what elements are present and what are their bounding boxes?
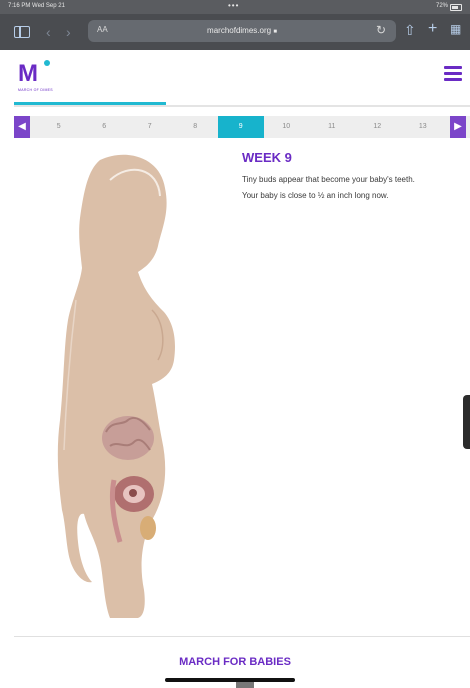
- week-tab-9[interactable]: 9: [218, 116, 264, 138]
- pregnancy-illustration: [57, 154, 175, 618]
- intestines: [102, 416, 154, 460]
- logo-subtext: MARCH OF DIMES: [18, 88, 53, 92]
- week-tab-8[interactable]: 8: [173, 116, 219, 138]
- week-tab-6[interactable]: 6: [82, 116, 128, 138]
- week-fact-teeth: Tiny buds appear that become your baby's…: [242, 175, 415, 184]
- embryo: [129, 489, 137, 497]
- home-indicator: [165, 678, 295, 682]
- week-tab-10[interactable]: 10: [264, 116, 310, 138]
- back-icon[interactable]: ‹: [46, 24, 51, 40]
- week-tab-7[interactable]: 7: [127, 116, 173, 138]
- address-bar[interactable]: AA marchofdimes.org ■ ↻: [88, 20, 396, 42]
- logo-dot: [44, 60, 50, 66]
- week-tab-11[interactable]: 11: [309, 116, 355, 138]
- prev-week-button[interactable]: ◀: [14, 116, 30, 138]
- device-stand: [236, 682, 254, 688]
- week-description: Tiny buds appear that become your baby's…: [242, 172, 466, 204]
- footer-title[interactable]: MARCH FOR BABIES: [0, 656, 470, 668]
- new-tab-icon[interactable]: +: [428, 20, 437, 38]
- week-selector: ◀ 5 6 7 8 9 10 11 12 13 ▶: [14, 116, 470, 138]
- progress-fill: [14, 102, 166, 105]
- body-silhouette: [57, 154, 175, 618]
- logo-mark: M: [18, 60, 38, 87]
- status-time: 7:16 PM Wed Sep 21: [8, 3, 65, 9]
- menu-icon[interactable]: [444, 66, 462, 82]
- battery-percent: 72%: [435, 3, 448, 9]
- week-tab-12[interactable]: 12: [355, 116, 401, 138]
- forward-icon[interactable]: ›: [66, 24, 71, 40]
- week-list: 5 6 7 8 9 10 11 12 13: [36, 116, 446, 138]
- share-icon[interactable]: ⇧: [404, 22, 416, 39]
- url-host: marchofdimes.org: [207, 26, 272, 35]
- status-dots: •••: [228, 1, 240, 10]
- browser-toolbar: ‹ › AA marchofdimes.org ■ ↻ ⇧ + ▦: [0, 14, 470, 50]
- bladder: [140, 516, 156, 540]
- sidebar-icon[interactable]: [14, 26, 30, 38]
- battery-icon: [450, 4, 462, 11]
- march-of-dimes-logo[interactable]: M MARCH OF DIMES: [18, 60, 58, 92]
- side-feedback-tab[interactable]: [463, 395, 470, 449]
- week-fact-size: Your baby is close to ½ an inch long now…: [242, 191, 389, 200]
- lock-icon: ■: [273, 29, 277, 35]
- status-bar: 7:16 PM Wed Sep 21 ••• 72%: [0, 0, 470, 14]
- progress-track: [14, 105, 470, 107]
- tabs-icon[interactable]: ▦: [450, 22, 461, 36]
- week-tab-13[interactable]: 13: [400, 116, 446, 138]
- reload-icon[interactable]: ↻: [376, 23, 386, 37]
- section-divider: [14, 636, 470, 637]
- week-tab-5[interactable]: 5: [36, 116, 82, 138]
- next-week-button[interactable]: ▶: [450, 116, 466, 138]
- url-text: marchofdimes.org ■: [88, 26, 396, 35]
- week-title: WEEK 9: [242, 150, 292, 165]
